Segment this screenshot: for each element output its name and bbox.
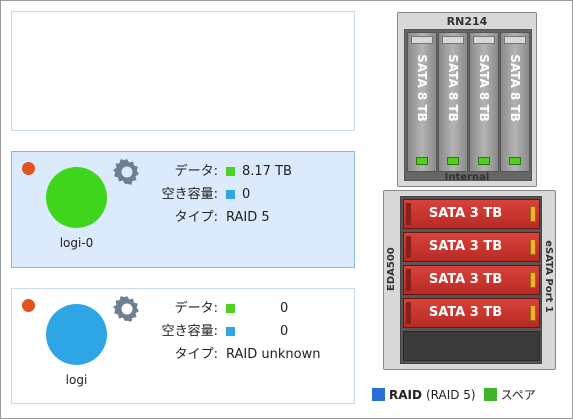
internal-disk-4[interactable]: SATA 8 TB xyxy=(500,32,530,172)
external-disk-2[interactable]: SATA 3 TB xyxy=(403,232,540,262)
empty-disk-bay[interactable] xyxy=(403,331,540,361)
data-value: 0 xyxy=(280,301,289,316)
external-disk-1[interactable]: SATA 3 TB xyxy=(403,199,540,229)
empty-volume-slot[interactable] xyxy=(11,11,355,131)
disk-led xyxy=(530,272,536,288)
free-value: 0 xyxy=(242,187,251,202)
volume-card-logi[interactable]: logi データ: 0 空き容量: 0 タイプ: RAID unknown xyxy=(11,288,355,404)
gear-icon[interactable] xyxy=(112,294,142,324)
external-chassis: EDA500 eSATA Port 1 SATA 3 TB SATA 3 TB … xyxy=(383,190,556,370)
data-swatch xyxy=(226,304,235,313)
internal-disk-1[interactable]: SATA 8 TB xyxy=(407,32,437,172)
data-label: データ: xyxy=(174,164,218,179)
volume-name: logi xyxy=(65,373,88,387)
external-disk-3[interactable]: SATA 3 TB xyxy=(403,265,540,295)
internal-disk-2[interactable]: SATA 8 TB xyxy=(438,32,468,172)
disk-led xyxy=(530,206,536,222)
external-port-label: eSATA Port 1 xyxy=(543,240,555,313)
disk-led xyxy=(478,157,490,165)
volume-name: logi-0 xyxy=(59,236,94,250)
raid-swatch xyxy=(372,388,385,401)
data-value: 8.17 TB xyxy=(242,164,292,179)
external-bay-area: SATA 3 TB SATA 3 TB SATA 3 TB SATA 3 TB xyxy=(400,196,542,364)
data-swatch xyxy=(226,167,235,176)
chassis-title: RN214 xyxy=(446,15,488,28)
free-label: 空き容量: xyxy=(161,324,218,339)
external-disk-4[interactable]: SATA 3 TB xyxy=(403,298,540,328)
disk-led xyxy=(447,157,459,165)
spare-swatch xyxy=(483,388,497,401)
disk-led xyxy=(509,157,521,165)
disk-led xyxy=(530,305,536,321)
volume-icon[interactable] xyxy=(46,167,107,228)
free-swatch xyxy=(226,327,235,336)
volume-card-logi-0[interactable]: logi-0 データ: 8.17 TB 空き容量: 0 タイプ: RAID 5 xyxy=(11,151,355,268)
disk-led xyxy=(530,239,536,255)
external-model-label: EDA500 xyxy=(386,247,397,291)
data-label: データ: xyxy=(174,301,218,316)
internal-label: Internal xyxy=(444,172,490,183)
status-indicator xyxy=(22,299,35,312)
type-value: RAID unknown xyxy=(226,347,321,362)
internal-bay-area: SATA 8 TB SATA 8 TB SATA 8 TB SATA 8 TB xyxy=(404,29,532,181)
type-label: タイプ: xyxy=(174,347,218,362)
type-value: RAID 5 xyxy=(226,210,270,225)
raid-level-label: (RAID 5) xyxy=(425,387,476,402)
gear-icon[interactable] xyxy=(112,157,142,187)
free-swatch xyxy=(226,190,235,199)
free-value: 0 xyxy=(280,324,289,339)
disk-led xyxy=(416,157,428,165)
volume-info: データ: 0 空き容量: 0 タイプ: RAID unknown xyxy=(152,297,321,366)
type-label: タイプ: xyxy=(174,210,218,225)
status-indicator xyxy=(22,162,35,175)
internal-disk-3[interactable]: SATA 8 TB xyxy=(469,32,499,172)
internal-chassis: RN214 SATA 8 TB SATA 8 TB SATA 8 TB SATA… xyxy=(397,12,537,187)
legend: RAID (RAID 5) スペア xyxy=(372,386,536,403)
volume-icon[interactable] xyxy=(46,304,107,365)
volume-info: データ: 8.17 TB 空き容量: 0 タイプ: RAID 5 xyxy=(152,160,292,229)
free-label: 空き容量: xyxy=(161,187,218,202)
spare-legend-label: スペア xyxy=(500,388,536,402)
raid-legend-label: RAID xyxy=(389,387,422,402)
